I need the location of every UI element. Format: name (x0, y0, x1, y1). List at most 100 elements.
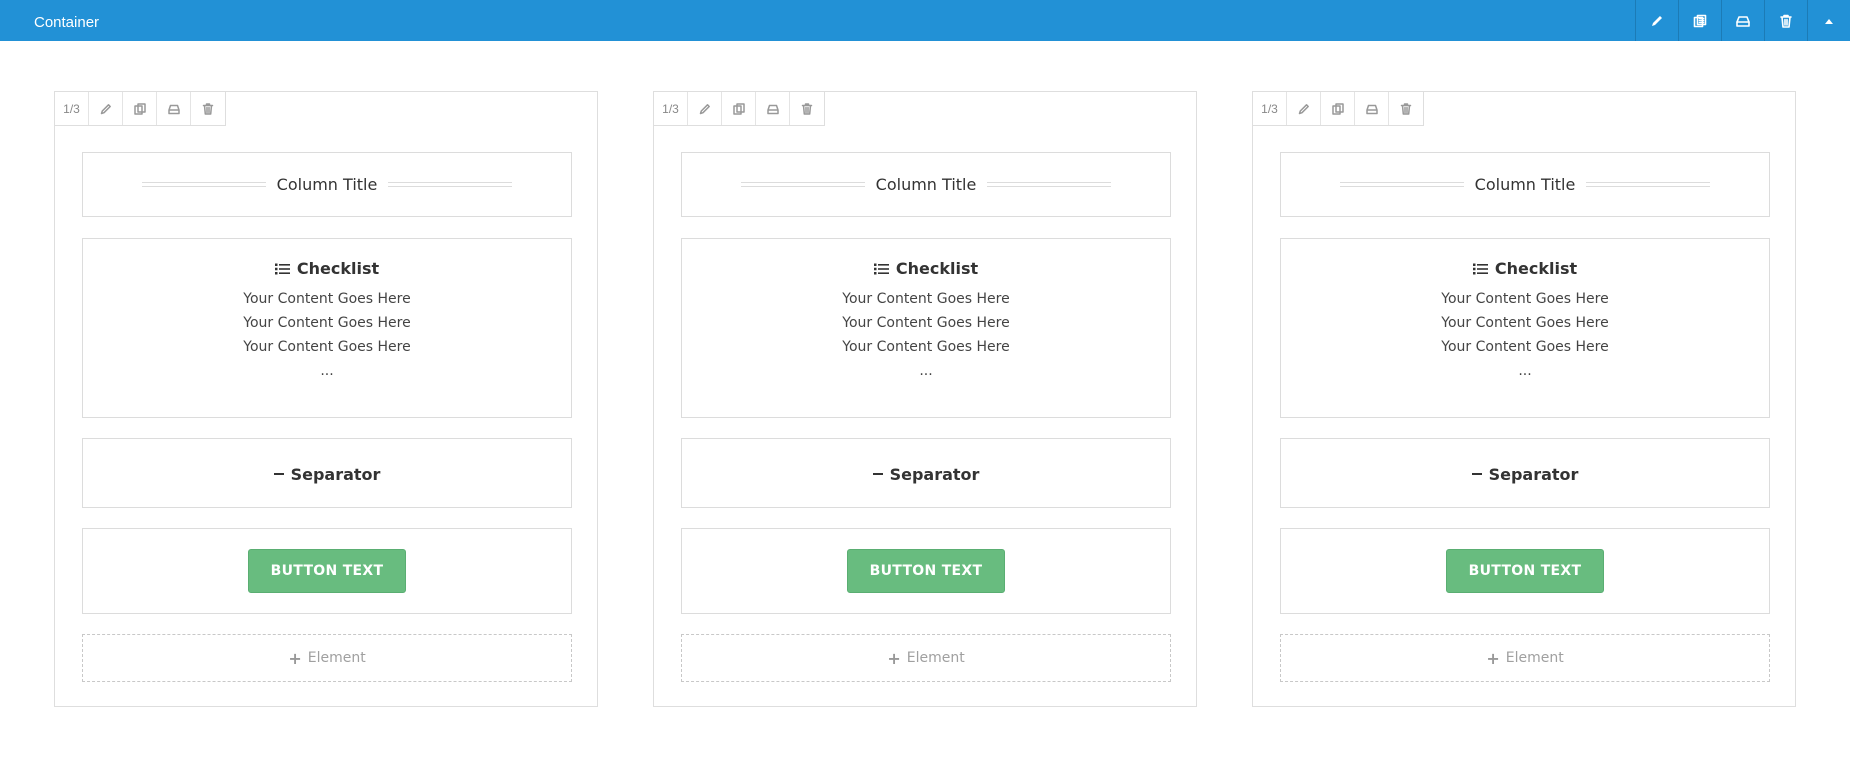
pencil-icon (100, 103, 111, 114)
add-element-button[interactable]: + Element (1280, 634, 1770, 682)
list-icon (873, 263, 889, 275)
checklist-heading-label: Checklist (296, 259, 380, 278)
separator-label: Separator (1488, 464, 1579, 484)
checklist-items: Your Content Goes Here Your Content Goes… (682, 287, 1170, 383)
collapse-container-button[interactable] (1807, 0, 1850, 41)
add-element-button[interactable]: + Element (82, 634, 572, 682)
checklist-items: Your Content Goes Here Your Content Goes… (1281, 287, 1769, 383)
delete-column-button[interactable] (790, 92, 824, 125)
column-size-button[interactable]: 1/3 (1253, 92, 1287, 125)
delete-container-button[interactable] (1764, 0, 1807, 41)
checklist-item: Your Content Goes Here (243, 291, 411, 307)
column-title: Column Title (875, 175, 977, 194)
add-element-button[interactable]: + Element (681, 634, 1171, 682)
title-decor-line-right (1586, 182, 1711, 187)
checklist-item: ... (320, 363, 334, 379)
checklist-item: ... (919, 363, 933, 379)
minus-icon (273, 469, 284, 479)
edit-container-button[interactable] (1635, 0, 1678, 41)
add-element-label: Element (307, 650, 366, 666)
plus-icon: + (288, 648, 302, 668)
save-icon (1365, 104, 1378, 114)
clone-column-button[interactable] (1321, 92, 1355, 125)
checklist-item: Your Content Goes Here (1441, 291, 1609, 307)
column-2: 1/3 Column Title Checklist Your Content … (653, 91, 1197, 707)
column-title-element[interactable]: Column Title (1280, 152, 1770, 217)
save-icon (1736, 15, 1750, 27)
clone-container-button[interactable] (1678, 0, 1721, 41)
checklist-items: Your Content Goes Here Your Content Goes… (83, 287, 571, 383)
save-icon (167, 104, 180, 114)
button-element[interactable]: BUTTON TEXT (681, 528, 1171, 614)
separator-element[interactable]: Separator (1280, 438, 1770, 508)
save-column-button[interactable] (157, 92, 191, 125)
separator-element[interactable]: Separator (681, 438, 1171, 508)
column-title: Column Title (276, 175, 378, 194)
column-size-button[interactable]: 1/3 (55, 92, 89, 125)
trash-icon (801, 102, 813, 115)
button-text[interactable]: BUTTON TEXT (847, 549, 1005, 593)
checklist-heading: Checklist (682, 259, 1170, 278)
checklist-element[interactable]: Checklist Your Content Goes Here Your Co… (82, 238, 572, 418)
clone-column-button[interactable] (123, 92, 157, 125)
column-3: 1/3 Column Title Checklist Your Content … (1252, 91, 1796, 707)
title-decor-line-left (1339, 182, 1464, 187)
column-title-element[interactable]: Column Title (82, 152, 572, 217)
trash-icon (202, 102, 214, 115)
separator-heading: Separator (1281, 439, 1769, 509)
minus-icon (1471, 469, 1482, 479)
separator-heading: Separator (682, 439, 1170, 509)
container-header: Container (0, 0, 1850, 41)
checklist-item: Your Content Goes Here (1441, 315, 1609, 331)
title-decor-line-left (740, 182, 865, 187)
trash-icon (1400, 102, 1412, 115)
button-text[interactable]: BUTTON TEXT (1446, 549, 1604, 593)
pencil-icon (699, 103, 710, 114)
save-column-button[interactable] (756, 92, 790, 125)
plus-icon: + (887, 648, 901, 668)
column-toolbar: 1/3 (654, 92, 825, 126)
checklist-item: Your Content Goes Here (842, 315, 1010, 331)
button-element[interactable]: BUTTON TEXT (1280, 528, 1770, 614)
add-element-label: Element (1505, 650, 1564, 666)
checklist-item: Your Content Goes Here (842, 339, 1010, 355)
caret-up-icon (1825, 18, 1833, 24)
column-title-element[interactable]: Column Title (681, 152, 1171, 217)
column-toolbar: 1/3 (55, 92, 226, 126)
container-title: Container (34, 14, 100, 31)
separator-label: Separator (290, 464, 381, 484)
column-title: Column Title (1474, 175, 1576, 194)
copy-icon (133, 102, 146, 115)
clone-column-button[interactable] (722, 92, 756, 125)
save-container-button[interactable] (1721, 0, 1764, 41)
copy-icon (1331, 102, 1344, 115)
button-element[interactable]: BUTTON TEXT (82, 528, 572, 614)
checklist-heading: Checklist (83, 259, 571, 278)
list-icon (274, 263, 290, 275)
edit-column-button[interactable] (1287, 92, 1321, 125)
delete-column-button[interactable] (191, 92, 225, 125)
column-toolbar: 1/3 (1253, 92, 1424, 126)
save-column-button[interactable] (1355, 92, 1389, 125)
title-decor-line-left (141, 182, 266, 187)
save-icon (766, 104, 779, 114)
checklist-item: ... (1518, 363, 1532, 379)
add-element-label: Element (906, 650, 965, 666)
edit-column-button[interactable] (688, 92, 722, 125)
separator-label: Separator (889, 464, 980, 484)
minus-icon (872, 469, 883, 479)
delete-column-button[interactable] (1389, 92, 1423, 125)
button-text[interactable]: BUTTON TEXT (248, 549, 406, 593)
checklist-heading-label: Checklist (1494, 259, 1578, 278)
column-size-button[interactable]: 1/3 (654, 92, 688, 125)
separator-element[interactable]: Separator (82, 438, 572, 508)
title-decor-line-right (388, 182, 513, 187)
checklist-element[interactable]: Checklist Your Content Goes Here Your Co… (1280, 238, 1770, 418)
container-actions (1635, 0, 1850, 41)
checklist-element[interactable]: Checklist Your Content Goes Here Your Co… (681, 238, 1171, 418)
checklist-item: Your Content Goes Here (1441, 339, 1609, 355)
pencil-icon (1652, 15, 1662, 26)
edit-column-button[interactable] (89, 92, 123, 125)
title-decor-line-right (987, 182, 1112, 187)
checklist-item: Your Content Goes Here (243, 315, 411, 331)
